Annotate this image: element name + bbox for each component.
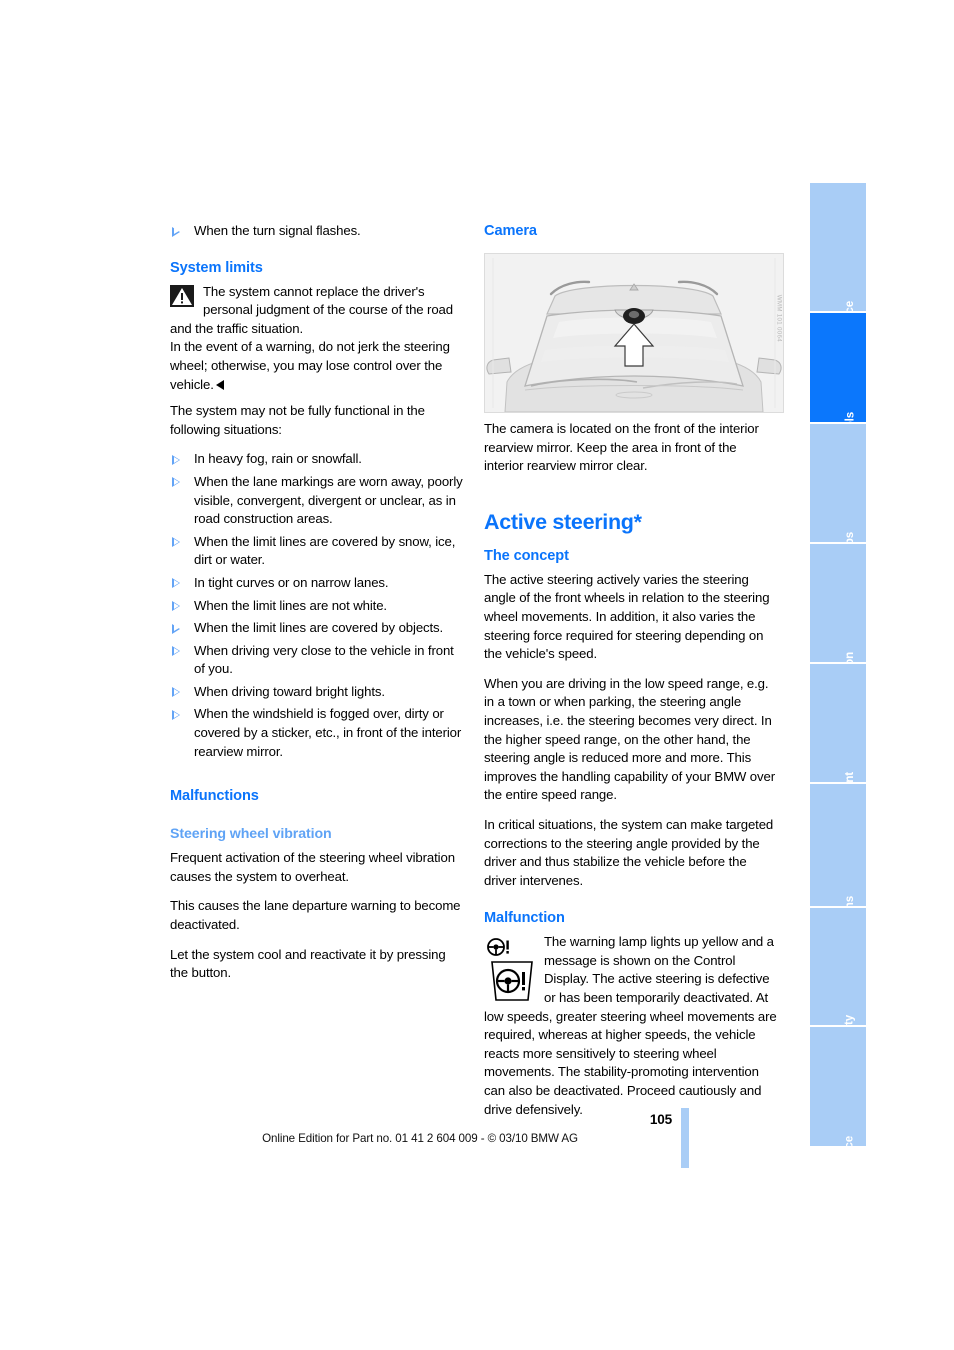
list-item: In heavy fog, rain or snowfall. xyxy=(170,450,464,469)
tab-driving-tips[interactable]: Driving tips xyxy=(810,424,866,594)
list-item-label: When the windshield is fogged over, dirt… xyxy=(194,706,462,759)
triangle-bullet-icon xyxy=(172,477,180,488)
triangle-bullet-icon xyxy=(172,709,180,720)
manual-page: When the turn signal flashes. System lim… xyxy=(0,0,954,1350)
heading-the-concept: The concept xyxy=(484,547,569,564)
list-item: When the limit lines are covered by obje… xyxy=(170,619,464,638)
list-item-label: In tight curves or on narrow lanes. xyxy=(194,574,389,590)
system-limits-bullet-list: In heavy fog, rain or snowfall. When the… xyxy=(170,450,464,761)
malfunctions-paragraph: Frequent activation of the steering whee… xyxy=(170,850,455,884)
section-index-tabs: At a glance Controls Driving tips Naviga… xyxy=(810,183,866,1191)
heading-malfunctions: Malfunctions xyxy=(170,788,259,805)
triangle-bullet-icon xyxy=(172,646,180,657)
concept-paragraph: In critical situations, the system can m… xyxy=(484,816,774,888)
heading-steering-wheel-vibration: Steering wheel vibration xyxy=(170,826,332,843)
malfunctions-paragraph: This causes the lane departure warning t… xyxy=(170,898,461,933)
warning-text-2-label: In the event of a warning, do not jerk t… xyxy=(170,339,450,392)
control-display-lamp-icon xyxy=(491,961,533,1002)
page-title-active-steering: Active steering* xyxy=(484,509,642,534)
list-item-label: When driving very close to the vehicle i… xyxy=(194,642,454,677)
note-end-marker-icon xyxy=(215,379,224,390)
tab-label: Reference xyxy=(843,1136,856,1191)
warning-triangle-icon xyxy=(170,284,194,307)
camera-location-illustration: WMM 101 0064 xyxy=(484,253,784,413)
concept-paragraph: The active steering actively varies the … xyxy=(484,571,770,662)
page-number: 105 xyxy=(649,1112,672,1127)
list-item-label: When driving toward bright lights. xyxy=(194,683,385,699)
list-item: When driving very close to the vehicle i… xyxy=(170,642,464,679)
malfunction-icon-group xyxy=(484,936,536,1002)
heading-system-limits: System limits xyxy=(170,259,263,276)
tab-mobility[interactable]: Mobility xyxy=(810,908,866,1058)
list-item-label: When the limit lines are not white. xyxy=(194,597,387,613)
heading-malfunction: Malfunction xyxy=(484,910,565,927)
steering-wheel-warning-icons xyxy=(487,938,533,1002)
lead-bullet-list: When the turn signal flashes. xyxy=(170,222,464,241)
list-item: When the lane markings are worn away, po… xyxy=(170,473,464,529)
tab-controls[interactable]: Controls xyxy=(810,313,866,458)
tab-at-a-glance[interactable]: At a glance xyxy=(810,183,866,361)
list-item: When the turn signal flashes. xyxy=(170,222,464,241)
figure-id-label: WMM 101 0064 xyxy=(775,294,782,342)
list-item-label: When the limit lines are covered by obje… xyxy=(194,620,444,636)
left-column: When the turn signal flashes. System lim… xyxy=(170,222,464,994)
warning-text: The system cannot replace the driver's p… xyxy=(170,283,453,336)
tab-communications[interactable]: Communications xyxy=(810,784,866,988)
list-item: When the limit lines are not white. xyxy=(170,597,464,616)
triangle-bullet-icon xyxy=(172,601,180,611)
concept-paragraph: When you are driving in the low speed ra… xyxy=(484,675,775,803)
list-item: When driving toward bright lights. xyxy=(170,683,464,702)
tab-entertainment[interactable]: Entertainment xyxy=(810,664,866,848)
camera-caption: The camera is located on the front of th… xyxy=(484,421,759,474)
steering-wheel-small-icon xyxy=(487,938,509,957)
heading-camera: Camera xyxy=(484,223,537,239)
triangle-bullet-icon xyxy=(172,687,180,698)
tab-navigation[interactable]: Navigation xyxy=(810,544,866,710)
list-item: When the limit lines are covered by snow… xyxy=(170,533,464,570)
list-item-label: In heavy fog, rain or snowfall. xyxy=(194,451,362,467)
triangle-bullet-icon xyxy=(172,578,180,589)
warning-text-2: In the event of a warning, do not jerk t… xyxy=(170,338,464,394)
warning-note: The system cannot replace the driver's p… xyxy=(170,283,464,395)
triangle-bullet-icon xyxy=(172,226,180,237)
tab-reference[interactable]: Reference xyxy=(810,1027,866,1191)
list-item: When the windshield is fogged over, dirt… xyxy=(170,705,464,761)
list-item-label: When the turn signal flashes. xyxy=(194,223,361,238)
triangle-bullet-icon xyxy=(172,623,180,634)
triangle-bullet-icon xyxy=(172,537,180,548)
footer-accent-bar xyxy=(681,1108,689,1168)
list-item-label: When the limit lines are covered by snow… xyxy=(194,533,456,568)
system-limits-intro: The system may not be fully functional i… xyxy=(170,403,425,437)
malfunction-note: The warning lamp lights up yellow and a … xyxy=(484,933,778,1119)
triangle-bullet-icon xyxy=(172,454,180,465)
footer-edition-note: Online Edition for Part no. 01 41 2 604 … xyxy=(262,1132,578,1145)
list-item-label: When the lane markings are worn away, po… xyxy=(194,473,463,527)
list-item: In tight curves or on narrow lanes. xyxy=(170,574,464,593)
malfunctions-paragraph: Let the system cool and reactivate it by… xyxy=(170,946,446,981)
